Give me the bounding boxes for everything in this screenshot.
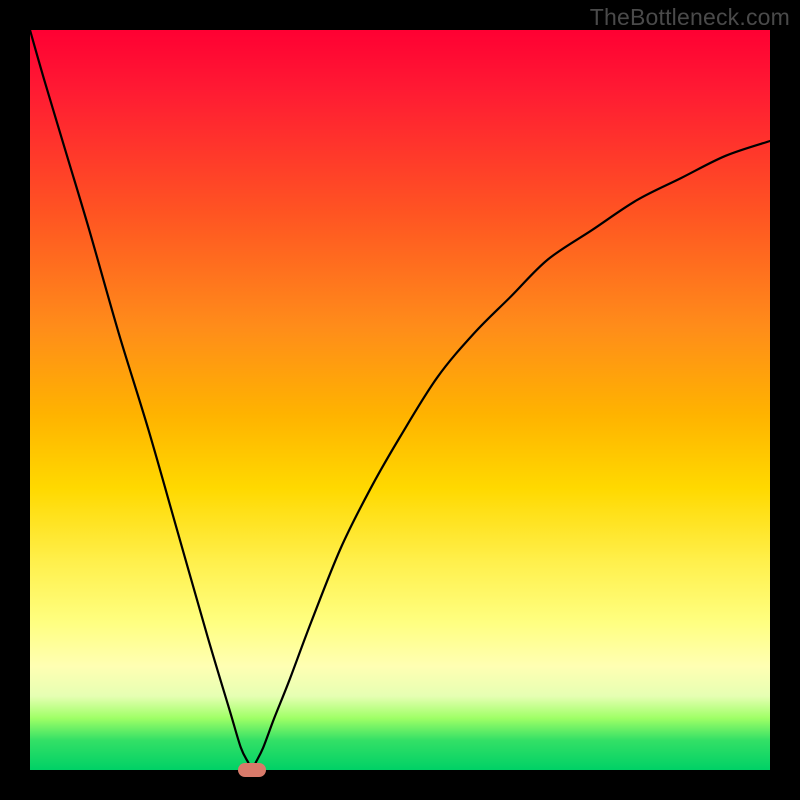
optimum-marker — [238, 763, 266, 777]
watermark-text: TheBottleneck.com — [590, 4, 790, 31]
bottleneck-curve — [30, 30, 770, 770]
chart-plot-area — [30, 30, 770, 770]
chart-frame: TheBottleneck.com — [0, 0, 800, 800]
